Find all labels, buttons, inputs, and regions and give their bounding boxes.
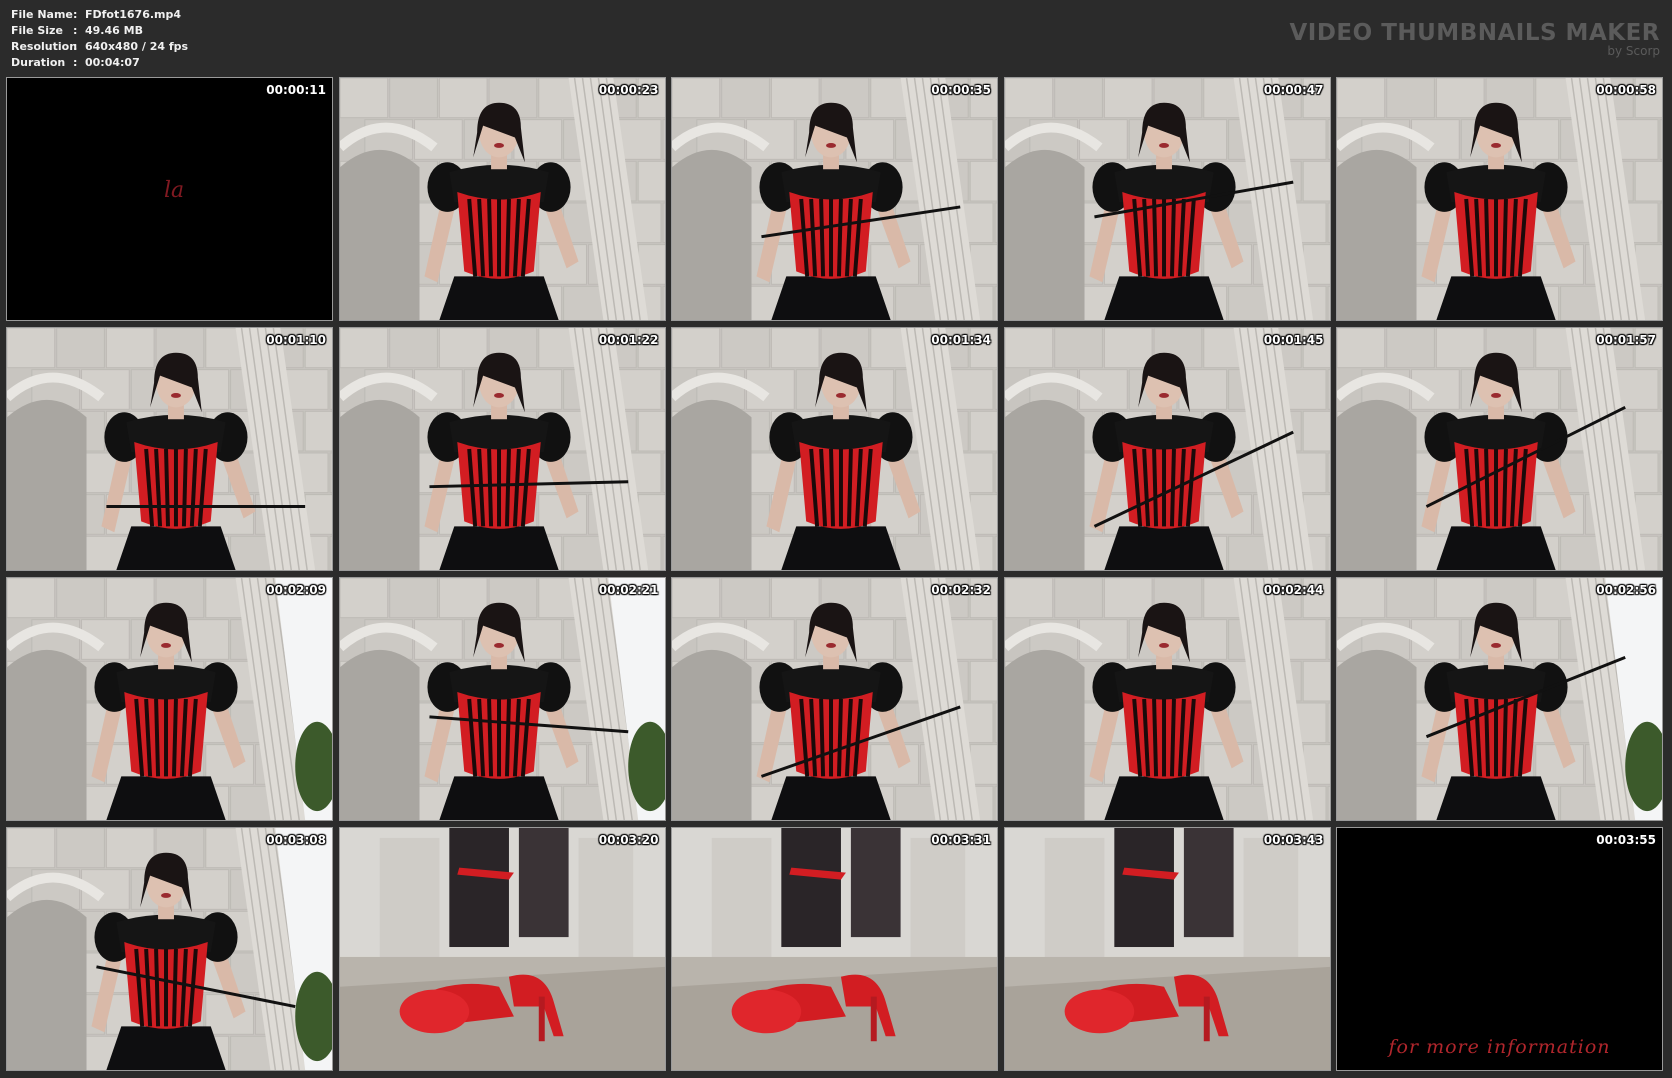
timestamp-label: 00:01:34 xyxy=(931,333,991,347)
timestamp-label: 00:02:32 xyxy=(931,583,991,597)
timestamp-label: 00:01:57 xyxy=(1596,333,1656,347)
file-info: File Name : FDfot1676.mp4 File Size : 49… xyxy=(11,7,188,71)
info-separator: : xyxy=(73,56,78,69)
timestamp-label: 00:00:35 xyxy=(931,83,991,97)
timestamp-label: 00:02:44 xyxy=(1263,583,1324,597)
info-key: Duration xyxy=(11,56,66,69)
thumbnail-frame[interactable]: 00:02:21 xyxy=(338,577,666,821)
thumbnail-frame[interactable]: 00:02:44 xyxy=(1003,577,1331,821)
thumbnail-image xyxy=(1337,828,1662,1070)
thumbnail-image xyxy=(1337,578,1662,820)
info-value: FDfot1676.mp4 xyxy=(85,8,182,21)
thumbnail-frame[interactable]: 00:00:58 xyxy=(1336,77,1663,321)
timestamp-label: 00:00:23 xyxy=(598,83,659,97)
thumbnail-frame[interactable]: 00:02:32 xyxy=(671,577,998,821)
thumbnail-image xyxy=(1004,328,1330,570)
thumbnail-frame[interactable]: 00:01:22 xyxy=(338,327,666,571)
thumbnail-image xyxy=(672,78,997,320)
info-separator: : xyxy=(73,40,78,53)
thumbnail-image xyxy=(7,828,332,1070)
timestamp-label: 00:01:22 xyxy=(598,333,659,347)
thumbnail-frame[interactable]: 00:01:45 xyxy=(1003,327,1331,571)
timestamp-label: 00:03:20 xyxy=(598,833,659,847)
thumbnail-image xyxy=(1337,328,1662,570)
outro-caption: for more information xyxy=(1388,1036,1611,1058)
thumbnail-image xyxy=(339,78,665,320)
brand-watermark: VIDEO THUMBNAILS MAKER by Scorp xyxy=(1289,20,1660,58)
timestamp-label: 00:03:31 xyxy=(931,833,991,847)
header: File Name : FDfot1676.mp4 File Size : 49… xyxy=(0,0,1672,76)
timestamp-label: 00:02:21 xyxy=(598,583,659,597)
thumbnail-image xyxy=(672,328,997,570)
timestamp-label: 00:00:58 xyxy=(1596,83,1656,97)
thumbnail-image xyxy=(1004,828,1330,1070)
timestamp-label: 00:00:47 xyxy=(1263,83,1324,97)
thumbnail-frame[interactable]: 00:03:55 for more information xyxy=(1336,827,1663,1071)
info-value: 640x480 / 24 fps xyxy=(85,40,189,53)
thumbnail-grid: 00:00:11 la 00:00:23 00:00:35 00:00:47 00:00:… xyxy=(6,77,1666,1074)
info-value: 00:04:07 xyxy=(85,56,140,69)
timestamp-label: 00:03:08 xyxy=(266,833,326,847)
intro-title-text: la xyxy=(164,178,185,203)
brand-subtitle: by Scorp xyxy=(1607,44,1660,58)
info-value: 49.46 MB xyxy=(85,24,143,37)
thumbnail-image xyxy=(1004,578,1330,820)
thumbnail-frame[interactable]: 00:03:43 xyxy=(1003,827,1331,1071)
thumbnail-image xyxy=(7,328,332,570)
thumbnail-frame[interactable]: 00:02:09 xyxy=(6,577,333,821)
info-row-filesize: File Size : 49.46 MB xyxy=(11,23,188,39)
brand-title: VIDEO THUMBNAILS MAKER xyxy=(1289,20,1660,46)
thumbnail-image xyxy=(7,578,332,820)
timestamp-label: 00:02:56 xyxy=(1596,583,1656,597)
thumbnail-image xyxy=(672,578,997,820)
thumbnail-frame[interactable]: 00:00:47 xyxy=(1003,77,1331,321)
info-row-resolution: Resolution : 640x480 / 24 fps xyxy=(11,39,188,55)
timestamp-label: 00:00:11 xyxy=(266,83,326,97)
info-separator: : xyxy=(73,8,78,21)
thumbnail-frame[interactable]: 00:00:23 xyxy=(338,77,666,321)
thumbnail-frame[interactable]: 00:01:10 xyxy=(6,327,333,571)
info-row-filename: File Name : FDfot1676.mp4 xyxy=(11,7,188,23)
timestamp-label: 00:02:09 xyxy=(266,583,326,597)
timestamp-label: 00:01:45 xyxy=(1263,333,1324,347)
thumbnail-frame[interactable]: 00:02:56 xyxy=(1336,577,1663,821)
thumbnail-frame[interactable]: 00:03:08 xyxy=(6,827,333,1071)
thumbnail-frame[interactable]: 00:03:31 xyxy=(671,827,998,1071)
thumbnail-image xyxy=(672,828,997,1070)
thumbnail-frame[interactable]: 00:01:34 xyxy=(671,327,998,571)
info-separator: : xyxy=(73,24,78,37)
timestamp-label: 00:03:55 xyxy=(1596,833,1656,847)
info-key: File Name xyxy=(11,8,73,21)
thumbnail-image xyxy=(339,578,665,820)
thumbnail-image xyxy=(339,328,665,570)
thumbnail-frame[interactable]: 00:01:57 xyxy=(1336,327,1663,571)
thumbnail-frame[interactable]: 00:00:11 la xyxy=(6,77,333,321)
info-key: Resolution xyxy=(11,40,78,53)
thumbnail-image xyxy=(1337,78,1662,320)
timestamp-label: 00:03:43 xyxy=(1263,833,1324,847)
thumbnail-image xyxy=(1004,78,1330,320)
thumbnail-image xyxy=(339,828,665,1070)
info-row-duration: Duration : 00:04:07 xyxy=(11,55,188,71)
thumbnail-frame[interactable]: 00:00:35 xyxy=(671,77,998,321)
thumbnail-frame[interactable]: 00:03:20 xyxy=(338,827,666,1071)
info-key: File Size xyxy=(11,24,63,37)
timestamp-label: 00:01:10 xyxy=(266,333,326,347)
